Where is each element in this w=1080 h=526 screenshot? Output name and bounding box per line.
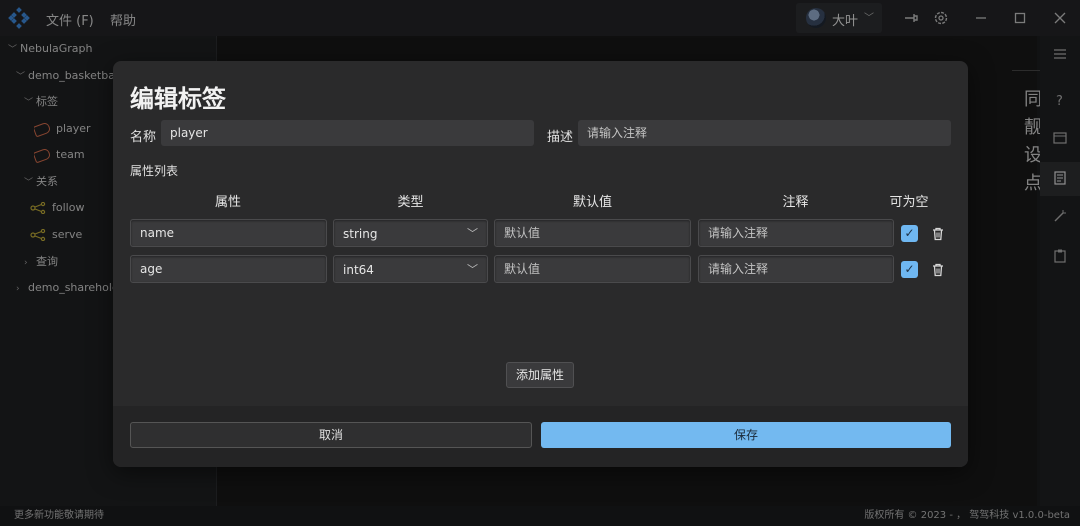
edit-tag-dialog: 编辑标签 名称 player 描述 请输入注释 属性列表 属性 类型 默认值 注… [113, 61, 968, 467]
comment-input[interactable]: 请输入注释 [698, 255, 894, 283]
nullable-checkbox[interactable]: ✓ [901, 261, 918, 278]
chevron-down-icon: ﹀ [467, 227, 478, 240]
save-button[interactable]: 保存 [541, 422, 951, 448]
trash-icon[interactable] [931, 263, 945, 277]
default-value-input[interactable]: 默认值 [494, 219, 691, 247]
default-value-input[interactable]: 默认值 [494, 255, 691, 283]
description-input[interactable]: 请输入注释 [578, 120, 951, 146]
name-label: 名称 [130, 130, 157, 145]
property-type-select[interactable]: int64 ﹀ [333, 255, 488, 283]
add-property-button[interactable]: 添加属性 [506, 362, 574, 388]
property-type-select[interactable]: string ﹀ [333, 219, 488, 247]
cancel-button[interactable]: 取消 [130, 422, 532, 448]
column-header-nullable: 可为空 [889, 195, 929, 210]
properties-label: 属性列表 [130, 164, 179, 178]
column-header-property: 属性 [214, 195, 241, 210]
dialog-footer: 取消 保存 [113, 406, 968, 467]
column-header-default: 默认值 [572, 195, 612, 210]
chevron-down-icon: ﹀ [467, 263, 478, 276]
column-header-type: 类型 [397, 195, 424, 210]
column-header-comment: 注释 [782, 195, 809, 210]
dialog-title: 编辑标签 [130, 85, 226, 113]
nullable-checkbox[interactable]: ✓ [901, 225, 918, 242]
property-type-value: int64 [343, 263, 374, 277]
description-label: 描述 [547, 130, 574, 145]
property-name-input[interactable]: age [130, 255, 327, 283]
name-input[interactable]: player [161, 120, 534, 146]
check-icon: ✓ [904, 262, 915, 276]
comment-input[interactable]: 请输入注释 [698, 219, 894, 247]
trash-icon[interactable] [931, 227, 945, 241]
property-name-input[interactable]: name [130, 219, 327, 247]
check-icon: ✓ [904, 226, 915, 240]
property-type-value: string [343, 227, 378, 241]
